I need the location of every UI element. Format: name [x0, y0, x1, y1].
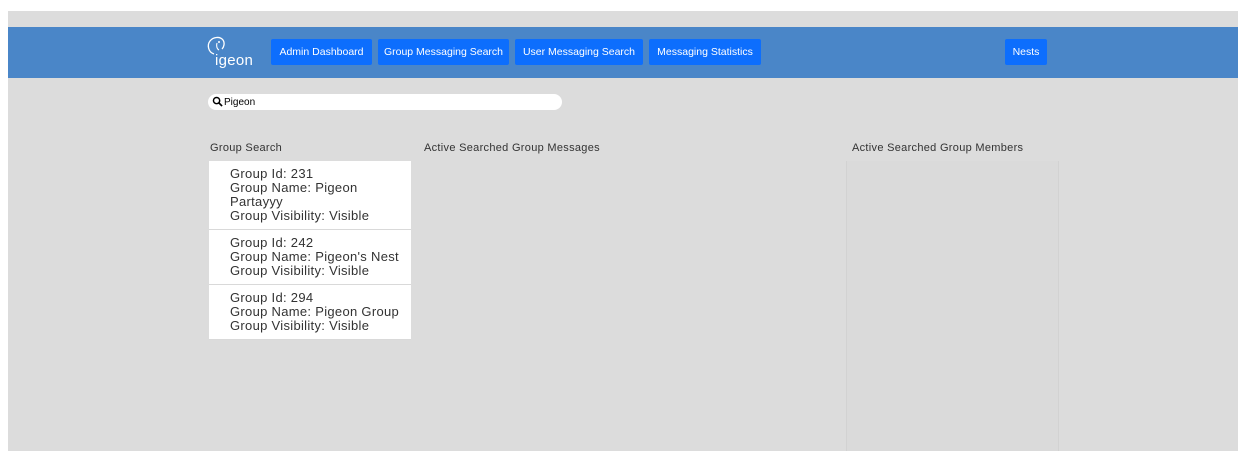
- page-background: igeon Admin Dashboard Group Messaging Se…: [8, 11, 1238, 451]
- nav-nests-button[interactable]: Nests: [1005, 39, 1047, 65]
- search-bar[interactable]: [208, 94, 562, 110]
- group-visibility-text: Group Visibility: Visible: [230, 208, 370, 223]
- pigeon-logo[interactable]: igeon: [202, 35, 264, 71]
- navbar: igeon Admin Dashboard Group Messaging Se…: [8, 27, 1238, 78]
- group-name-text: Group Name: Pigeon Group: [230, 304, 400, 319]
- group-result-item[interactable]: Group Id: 242 Group Name: Pigeon's Nest …: [209, 230, 411, 285]
- group-name-text: Group Name: Pigeon's Nest: [230, 249, 399, 264]
- group-id-text: Group Id: 294: [230, 290, 314, 305]
- group-visibility-text: Group Visibility: Visible: [230, 263, 370, 278]
- group-result-item[interactable]: Group Id: 231 Group Name: Pigeon Partayy…: [209, 161, 411, 230]
- group-visibility-text: Group Visibility: Visible: [230, 318, 370, 333]
- active-group-members-heading: Active Searched Group Members: [852, 142, 1024, 154]
- group-result-list: Group Id: 231 Group Name: Pigeon Partayy…: [209, 161, 411, 340]
- group-search-heading: Group Search: [210, 142, 283, 154]
- group-name-text: Group Name: Pigeon Partayyy: [230, 180, 358, 209]
- group-result-item[interactable]: Group Id: 294 Group Name: Pigeon Group G…: [209, 285, 411, 340]
- search-input[interactable]: [224, 94, 554, 110]
- nav-messaging-statistics-button[interactable]: Messaging Statistics: [649, 39, 761, 65]
- group-members-panel: [846, 161, 1059, 451]
- nav-admin-dashboard-button[interactable]: Admin Dashboard: [271, 39, 372, 65]
- nav-user-messaging-search-button[interactable]: User Messaging Search: [515, 39, 643, 65]
- logo-text: igeon: [215, 52, 254, 69]
- group-id-text: Group Id: 242: [230, 235, 314, 250]
- nav-group-messaging-search-button[interactable]: Group Messaging Search: [378, 39, 509, 65]
- active-group-messages-heading: Active Searched Group Messages: [424, 142, 600, 154]
- search-icon: [212, 96, 223, 107]
- group-id-text: Group Id: 231: [230, 166, 314, 181]
